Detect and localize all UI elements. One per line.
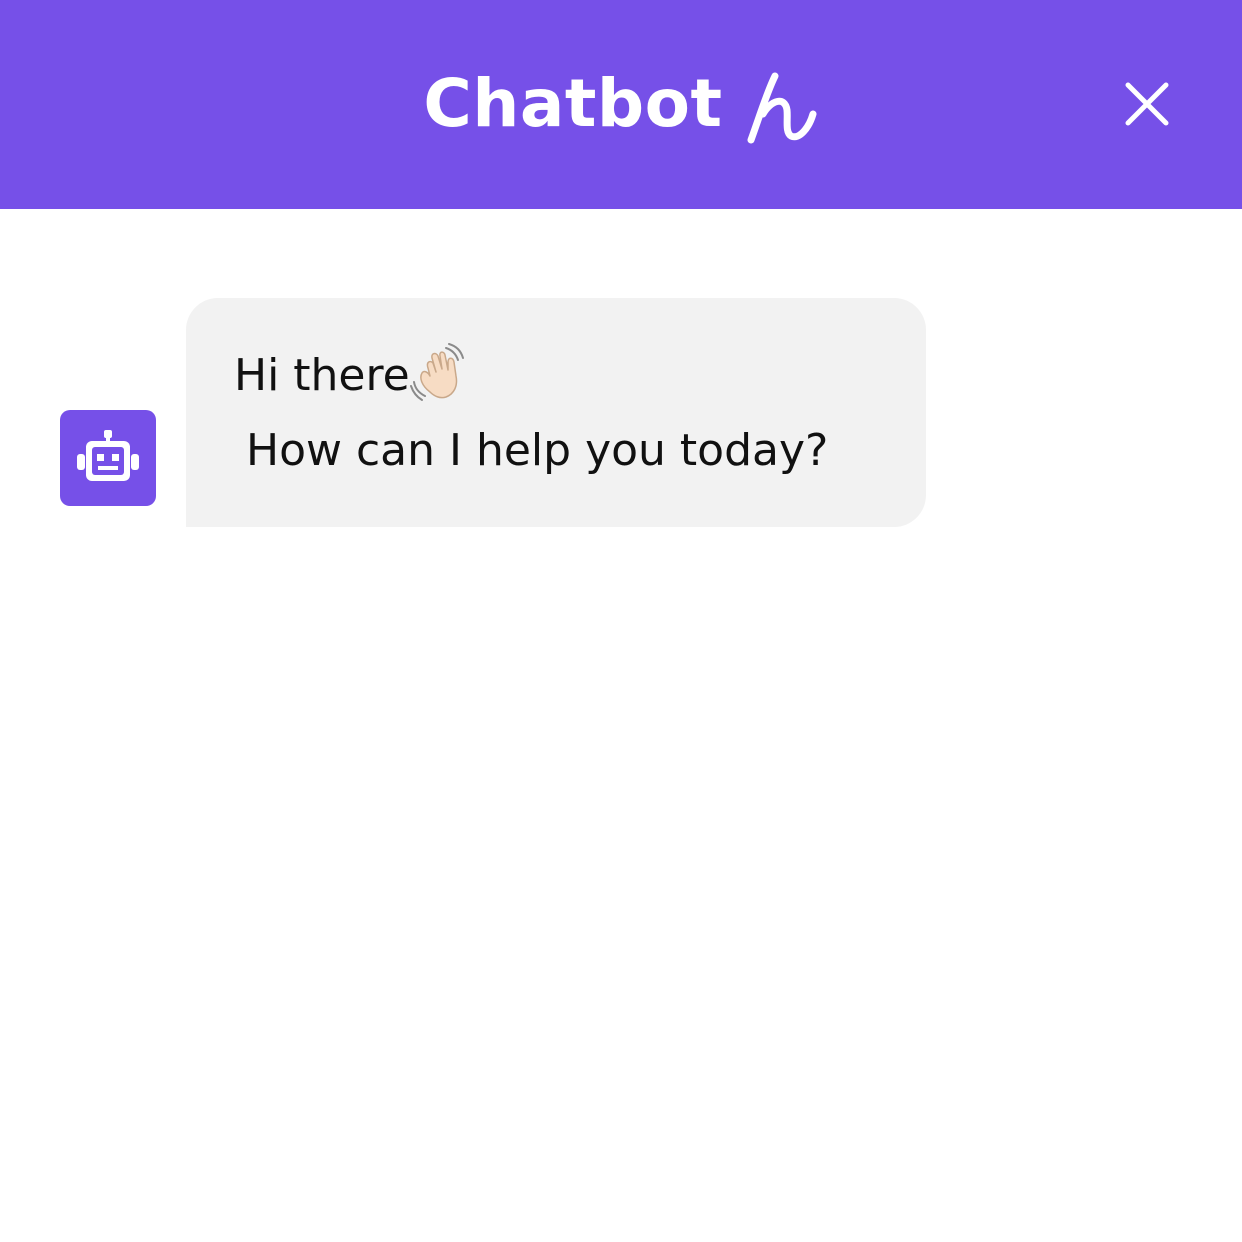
header-title-group: Chatbot [0, 64, 1242, 144]
message-line-question: How can I help you today? [246, 425, 829, 476]
robot-icon [77, 430, 139, 481]
waving-hand-icon [409, 342, 472, 404]
close-button[interactable] [1116, 73, 1178, 135]
chatbot-window: Chatbot Hi there How can I help you toda… [0, 0, 1242, 1242]
bot-avatar [60, 410, 156, 506]
chat-header: Chatbot [0, 0, 1242, 209]
chat-title: Chatbot [423, 65, 723, 142]
brand-logo-icon [745, 70, 819, 144]
message-line-greeting: Hi there [234, 343, 472, 404]
close-icon [1125, 82, 1169, 126]
greeting-text: Hi there [234, 350, 410, 401]
bot-message-bubble: Hi there How can I help you today? [186, 298, 926, 527]
